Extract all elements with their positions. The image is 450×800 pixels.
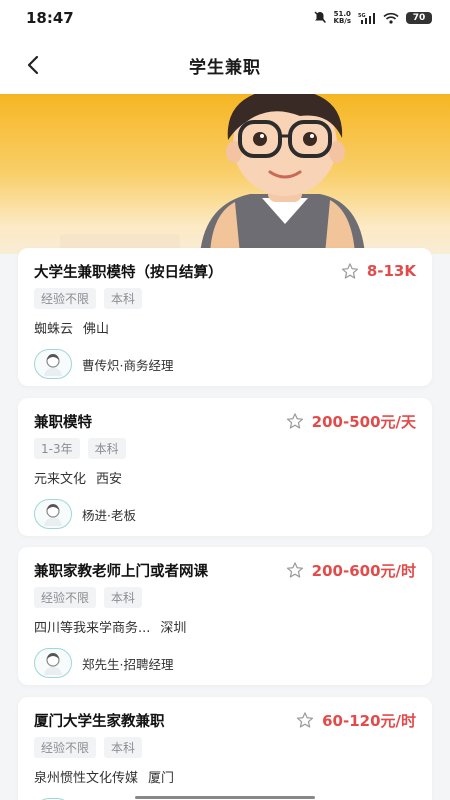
job-title: 兼职家教老师上门或者网课 bbox=[34, 563, 208, 580]
job-card[interactable]: 兼职模特 200-500元/天 1-3年 本科 元来文化 西安 杨进·老板 bbox=[18, 398, 432, 536]
back-button[interactable] bbox=[18, 50, 48, 80]
recruiter: 曹传炽·商务经理 bbox=[34, 349, 416, 379]
city: 厦门 bbox=[148, 771, 175, 786]
page-title: 学生兼职 bbox=[189, 57, 261, 78]
home-indicator[interactable] bbox=[135, 796, 315, 799]
star-outline-icon[interactable] bbox=[286, 412, 304, 430]
experience-tag: 经验不限 bbox=[34, 737, 97, 758]
avatar-icon bbox=[34, 349, 72, 379]
status-time: 18:47 bbox=[26, 9, 74, 27]
avatar-icon bbox=[34, 499, 72, 529]
job-card[interactable]: 厦门大学生家教兼职 60-120元/时 经验不限 本科 泉州惯性文化传媒 厦门 bbox=[18, 697, 432, 800]
tag-list: 1-3年 本科 bbox=[34, 438, 416, 459]
tag-list: 经验不限 本科 bbox=[34, 288, 416, 309]
education-tag: 本科 bbox=[104, 288, 143, 309]
city: 西安 bbox=[96, 472, 123, 487]
student-illustration bbox=[0, 94, 450, 254]
experience-tag: 1-3年 bbox=[34, 438, 80, 459]
avatar-icon bbox=[34, 648, 72, 678]
education-tag: 本科 bbox=[87, 438, 126, 459]
education-tag: 本科 bbox=[104, 737, 143, 758]
experience-tag: 经验不限 bbox=[34, 587, 97, 608]
salary: 200-500元/天 bbox=[311, 412, 416, 431]
recruiter-name: 郑先生·招聘经理 bbox=[82, 656, 174, 672]
mute-icon bbox=[313, 9, 327, 28]
wifi-icon bbox=[383, 9, 399, 28]
job-title: 厦门大学生家教兼职 bbox=[34, 713, 165, 730]
city: 佛山 bbox=[83, 322, 110, 337]
recruiter: 郑先生·招聘经理 bbox=[34, 648, 416, 678]
status-icons: 51.0 KB/s 5G 70 bbox=[313, 9, 432, 28]
status-bar: 18:47 51.0 KB/s 5G 70 bbox=[0, 0, 450, 36]
recruiter: 杨进·老板 bbox=[34, 499, 416, 529]
company-name: 元来文化 bbox=[34, 472, 87, 487]
salary: 8-13K bbox=[366, 262, 416, 280]
tag-list: 经验不限 本科 bbox=[34, 587, 416, 608]
chevron-left-icon bbox=[27, 55, 39, 75]
job-title: 兼职模特 bbox=[34, 414, 92, 431]
company-info: 元来文化 西安 bbox=[34, 468, 416, 487]
star-outline-icon[interactable] bbox=[286, 561, 304, 579]
banner-image bbox=[0, 94, 450, 254]
recruiter-name: 曹传炽·商务经理 bbox=[82, 357, 174, 373]
job-card[interactable]: 大学生兼职模特（按日结算） 8-13K 经验不限 本科 蜘蛛云 佛山 曹传炽·商… bbox=[18, 248, 432, 386]
company-info: 蜘蛛云 佛山 bbox=[34, 318, 416, 337]
job-card[interactable]: 兼职家教老师上门或者网课 200-600元/时 经验不限 本科 四川等我来学商务… bbox=[18, 547, 432, 685]
recruiter-name: 杨进·老板 bbox=[82, 507, 136, 523]
star-outline-icon[interactable] bbox=[296, 711, 314, 729]
tag-list: 经验不限 本科 bbox=[34, 737, 416, 758]
company-name: 蜘蛛云 bbox=[34, 322, 74, 337]
signal-icon: 5G bbox=[358, 9, 376, 28]
battery-icon: 70 bbox=[406, 12, 432, 24]
salary: 60-120元/时 bbox=[322, 711, 416, 730]
nav-bar: 学生兼职 bbox=[0, 36, 450, 94]
job-title: 大学生兼职模特（按日结算） bbox=[34, 264, 223, 281]
education-tag: 本科 bbox=[104, 587, 143, 608]
company-name: 四川等我来学商务... bbox=[34, 621, 151, 636]
company-name: 泉州惯性文化传媒 bbox=[34, 771, 139, 786]
network-speed: 51.0 KB/s bbox=[333, 10, 351, 25]
star-outline-icon[interactable] bbox=[341, 262, 359, 280]
svg-text:5G: 5G bbox=[358, 13, 366, 19]
city: 深圳 bbox=[160, 621, 187, 636]
experience-tag: 经验不限 bbox=[34, 288, 97, 309]
company-info: 四川等我来学商务... 深圳 bbox=[34, 617, 416, 636]
company-info: 泉州惯性文化传媒 厦门 bbox=[34, 767, 416, 786]
salary: 200-600元/时 bbox=[311, 561, 416, 580]
